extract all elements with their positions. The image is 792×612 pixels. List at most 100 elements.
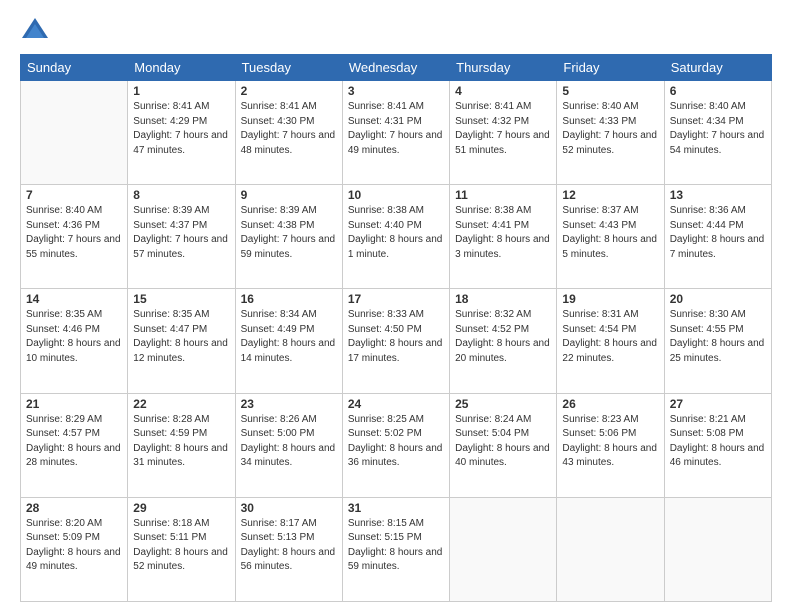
day-info: Sunrise: 8:41 AM Sunset: 4:31 PM Dayligh…: [348, 100, 444, 158]
day-info: Sunrise: 8:18 AM Sunset: 5:11 PM Dayligh…: [133, 517, 229, 575]
day-info: Sunrise: 8:30 AM Sunset: 4:55 PM Dayligh…: [670, 308, 766, 366]
calendar-cell: 23 Sunrise: 8:26 AM Sunset: 5:00 PM Dayli…: [235, 393, 342, 497]
calendar-cell: 13 Sunrise: 8:36 AM Sunset: 4:44 PM Dayli…: [664, 185, 771, 289]
day-number: 30: [241, 501, 337, 515]
calendar-table: SundayMondayTuesdayWednesdayThursdayFrid…: [20, 54, 772, 602]
calendar-cell: 19Sunrise: 8:31 AM Sunset: 4:54 PM Dayli…: [557, 289, 664, 393]
day-info: Sunrise: 8:38 AM Sunset: 4:41 PM Dayligh…: [455, 204, 551, 262]
day-number: 14: [26, 292, 122, 306]
day-number: 5: [562, 84, 658, 98]
weekday-header-cell: Friday: [557, 55, 664, 81]
day-number: 16: [241, 292, 337, 306]
day-info: Sunrise: 8:38 AM Sunset: 4:40 PM Dayligh…: [348, 204, 444, 262]
day-number: 25: [455, 397, 551, 411]
calendar-cell: [664, 497, 771, 601]
calendar-cell: 11 Sunrise: 8:38 AM Sunset: 4:41 PM Dayli…: [450, 185, 557, 289]
day-number: 12: [562, 188, 658, 202]
day-info: Sunrise: 8:35 AM Sunset: 4:46 PM Dayligh…: [26, 308, 122, 366]
day-number: 7: [26, 188, 122, 202]
day-info: Sunrise: 8:36 AM Sunset: 4:44 PM Dayligh…: [670, 204, 766, 262]
calendar-cell: 30 Sunrise: 8:17 AM Sunset: 5:13 PM Dayli…: [235, 497, 342, 601]
day-number: 24: [348, 397, 444, 411]
weekday-header-cell: Monday: [128, 55, 235, 81]
calendar-cell: 15 Sunrise: 8:35 AM Sunset: 4:47 PM Dayli…: [128, 289, 235, 393]
weekday-header-cell: Thursday: [450, 55, 557, 81]
calendar-cell: 17 Sunrise: 8:33 AM Sunset: 4:50 PM Dayli…: [342, 289, 449, 393]
calendar-cell: 20 Sunrise: 8:30 AM Sunset: 4:55 PM Dayli…: [664, 289, 771, 393]
day-number: 10: [348, 188, 444, 202]
day-info: Sunrise: 8:26 AM Sunset: 5:00 PM Dayligh…: [241, 413, 337, 471]
calendar-cell: 31Sunrise: 8:15 AM Sunset: 5:15 PM Dayli…: [342, 497, 449, 601]
weekday-header: SundayMondayTuesdayWednesdayThursdayFrid…: [21, 55, 772, 81]
weekday-header-cell: Tuesday: [235, 55, 342, 81]
header: [20, 16, 772, 46]
day-number: 15: [133, 292, 229, 306]
day-info: Sunrise: 8:29 AM Sunset: 4:57 PM Dayligh…: [26, 413, 122, 471]
day-number: 17: [348, 292, 444, 306]
calendar-week-row: 7 Sunrise: 8:40 AM Sunset: 4:36 PM Daylig…: [21, 185, 772, 289]
weekday-header-cell: Wednesday: [342, 55, 449, 81]
day-number: 1: [133, 84, 229, 98]
calendar-cell: [450, 497, 557, 601]
calendar-cell: 8 Sunrise: 8:39 AM Sunset: 4:37 PM Daylig…: [128, 185, 235, 289]
calendar-cell: 6Sunrise: 8:40 AM Sunset: 4:34 PM Daylig…: [664, 81, 771, 185]
day-number: 23: [241, 397, 337, 411]
day-info: Sunrise: 8:23 AM Sunset: 5:06 PM Dayligh…: [562, 413, 658, 471]
page: SundayMondayTuesdayWednesdayThursdayFrid…: [0, 0, 792, 612]
day-number: 2: [241, 84, 337, 98]
day-info: Sunrise: 8:33 AM Sunset: 4:50 PM Dayligh…: [348, 308, 444, 366]
calendar-cell: 16 Sunrise: 8:34 AM Sunset: 4:49 PM Dayli…: [235, 289, 342, 393]
calendar-cell: 14 Sunrise: 8:35 AM Sunset: 4:46 PM Dayli…: [21, 289, 128, 393]
day-info: Sunrise: 8:21 AM Sunset: 5:08 PM Dayligh…: [670, 413, 766, 471]
day-info: Sunrise: 8:41 AM Sunset: 4:30 PM Dayligh…: [241, 100, 337, 158]
calendar-cell: 21 Sunrise: 8:29 AM Sunset: 4:57 PM Dayli…: [21, 393, 128, 497]
calendar-week-row: 28Sunrise: 8:20 AM Sunset: 5:09 PM Dayli…: [21, 497, 772, 601]
day-number: 26: [562, 397, 658, 411]
day-info: Sunrise: 8:24 AM Sunset: 5:04 PM Dayligh…: [455, 413, 551, 471]
day-info: Sunrise: 8:35 AM Sunset: 4:47 PM Dayligh…: [133, 308, 229, 366]
logo: [20, 16, 54, 46]
day-info: Sunrise: 8:32 AM Sunset: 4:52 PM Dayligh…: [455, 308, 551, 366]
day-number: 8: [133, 188, 229, 202]
day-info: Sunrise: 8:39 AM Sunset: 4:38 PM Dayligh…: [241, 204, 337, 262]
day-info: Sunrise: 8:40 AM Sunset: 4:33 PM Dayligh…: [562, 100, 658, 158]
weekday-header-cell: Saturday: [664, 55, 771, 81]
calendar-cell: 12 Sunrise: 8:37 AM Sunset: 4:43 PM Dayli…: [557, 185, 664, 289]
calendar-cell: 4Sunrise: 8:41 AM Sunset: 4:32 PM Daylig…: [450, 81, 557, 185]
day-number: 13: [670, 188, 766, 202]
calendar-cell: 25 Sunrise: 8:24 AM Sunset: 5:04 PM Dayli…: [450, 393, 557, 497]
day-number: 19: [562, 292, 658, 306]
calendar-cell: 27Sunrise: 8:21 AM Sunset: 5:08 PM Dayli…: [664, 393, 771, 497]
day-info: Sunrise: 8:20 AM Sunset: 5:09 PM Dayligh…: [26, 517, 122, 575]
calendar-cell: 26 Sunrise: 8:23 AM Sunset: 5:06 PM Dayli…: [557, 393, 664, 497]
calendar-cell: [21, 81, 128, 185]
day-info: Sunrise: 8:34 AM Sunset: 4:49 PM Dayligh…: [241, 308, 337, 366]
day-number: 9: [241, 188, 337, 202]
day-info: Sunrise: 8:17 AM Sunset: 5:13 PM Dayligh…: [241, 517, 337, 575]
day-number: 21: [26, 397, 122, 411]
calendar-week-row: 21 Sunrise: 8:29 AM Sunset: 4:57 PM Dayli…: [21, 393, 772, 497]
day-number: 20: [670, 292, 766, 306]
day-info: Sunrise: 8:41 AM Sunset: 4:32 PM Dayligh…: [455, 100, 551, 158]
calendar-week-row: 14 Sunrise: 8:35 AM Sunset: 4:46 PM Dayli…: [21, 289, 772, 393]
calendar-cell: 22Sunrise: 8:28 AM Sunset: 4:59 PM Dayli…: [128, 393, 235, 497]
calendar-cell: 10 Sunrise: 8:38 AM Sunset: 4:40 PM Dayli…: [342, 185, 449, 289]
day-info: Sunrise: 8:39 AM Sunset: 4:37 PM Dayligh…: [133, 204, 229, 262]
day-info: Sunrise: 8:40 AM Sunset: 4:36 PM Dayligh…: [26, 204, 122, 262]
calendar-cell: 24Sunrise: 8:25 AM Sunset: 5:02 PM Dayli…: [342, 393, 449, 497]
calendar-cell: 5 Sunrise: 8:40 AM Sunset: 4:33 PM Daylig…: [557, 81, 664, 185]
calendar-cell: 29Sunrise: 8:18 AM Sunset: 5:11 PM Dayli…: [128, 497, 235, 601]
calendar-cell: 3 Sunrise: 8:41 AM Sunset: 4:31 PM Daylig…: [342, 81, 449, 185]
logo-icon: [20, 16, 50, 46]
day-number: 3: [348, 84, 444, 98]
calendar-week-row: 1Sunrise: 8:41 AM Sunset: 4:29 PM Daylig…: [21, 81, 772, 185]
calendar-cell: [557, 497, 664, 601]
weekday-header-cell: Sunday: [21, 55, 128, 81]
day-info: Sunrise: 8:37 AM Sunset: 4:43 PM Dayligh…: [562, 204, 658, 262]
day-number: 6: [670, 84, 766, 98]
calendar-cell: 7 Sunrise: 8:40 AM Sunset: 4:36 PM Daylig…: [21, 185, 128, 289]
day-info: Sunrise: 8:28 AM Sunset: 4:59 PM Dayligh…: [133, 413, 229, 471]
day-number: 11: [455, 188, 551, 202]
calendar-body: 1Sunrise: 8:41 AM Sunset: 4:29 PM Daylig…: [21, 81, 772, 602]
day-info: Sunrise: 8:15 AM Sunset: 5:15 PM Dayligh…: [348, 517, 444, 575]
